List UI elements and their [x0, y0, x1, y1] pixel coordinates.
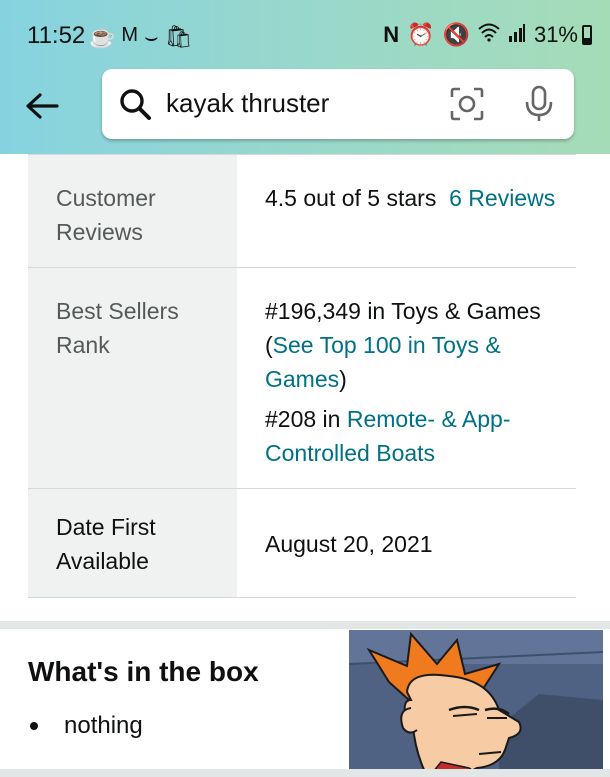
amazon-smile-icon: ⌣: [144, 24, 159, 49]
rank-secondary: #208 in Remote- & App-Controlled Boats: [265, 402, 562, 470]
customer-reviews-label: Customer Reviews: [28, 155, 237, 267]
app-header: 11:52 ☕ M ⌣ 🛍 N ⏰ 🔇 31% kayak thruster: [0, 0, 610, 154]
date-first-available-value: August 20, 2021: [265, 531, 433, 557]
shopping-bag-icon: 🛍: [164, 24, 193, 49]
wifi-icon: [478, 22, 500, 48]
squinting-fry-illustration: [349, 630, 603, 772]
delivery-icon: ☕: [88, 24, 116, 49]
mute-icon: 🔇: [442, 22, 470, 47]
search-icon: [120, 89, 151, 120]
fry-meme-image: [349, 630, 603, 772]
back-button[interactable]: [22, 86, 62, 126]
gmail-icon: M: [121, 24, 139, 46]
microphone-icon[interactable]: [524, 85, 554, 123]
section-divider: [0, 621, 610, 629]
table-row: Best Sellers Rank #196,349 in Toys & Gam…: [28, 268, 576, 489]
box-item-text: nothing: [64, 712, 143, 739]
list-item: nothing: [28, 712, 143, 740]
best-sellers-rank-value: #196,349 in Toys & Games (See Top 100 in…: [237, 268, 576, 488]
best-sellers-rank-label: Best Sellers Rank: [28, 268, 237, 488]
search-input[interactable]: kayak thruster: [166, 88, 329, 119]
nfc-icon: N: [383, 22, 400, 47]
table-row: Date First Available August 20, 2021: [28, 489, 576, 598]
table-row: Customer Reviews 4.5 out of 5 stars 6 Re…: [28, 154, 576, 268]
product-details-table: Customer Reviews 4.5 out of 5 stars 6 Re…: [28, 154, 576, 598]
battery-indicator: 31%: [534, 22, 592, 48]
rank-secondary-text: #208 in: [265, 406, 347, 432]
alarm-icon: ⏰: [407, 22, 435, 47]
bullet-icon: [30, 722, 38, 730]
signal-icon: [508, 22, 526, 48]
customer-reviews-value: 4.5 out of 5 stars 6 Reviews: [237, 155, 576, 267]
battery-icon: [582, 25, 592, 45]
date-first-available-label: Date First Available: [28, 489, 237, 597]
system-icons: N ⏰ 🔇 31%: [383, 22, 592, 48]
whats-in-box-heading: What's in the box: [28, 656, 259, 687]
status-bar: 11:52 ☕ M ⌣ 🛍 N ⏰ 🔇 31%: [0, 18, 610, 58]
battery-percent: 31%: [533, 22, 578, 47]
section-divider-bottom: [0, 769, 610, 777]
arrow-left-icon: [26, 93, 59, 119]
reviews-link[interactable]: 6 Reviews: [449, 185, 555, 211]
camera-search-icon[interactable]: [450, 87, 484, 121]
search-bar[interactable]: kayak thruster: [102, 69, 574, 139]
rank-primary-close: ): [339, 366, 347, 392]
notification-icons: ☕ M ⌣ 🛍: [88, 24, 193, 50]
status-time: 11:52: [27, 22, 86, 49]
rating-text: 4.5 out of 5 stars: [265, 185, 437, 211]
see-top-100-link[interactable]: See Top 100 in Toys & Games: [265, 332, 501, 392]
